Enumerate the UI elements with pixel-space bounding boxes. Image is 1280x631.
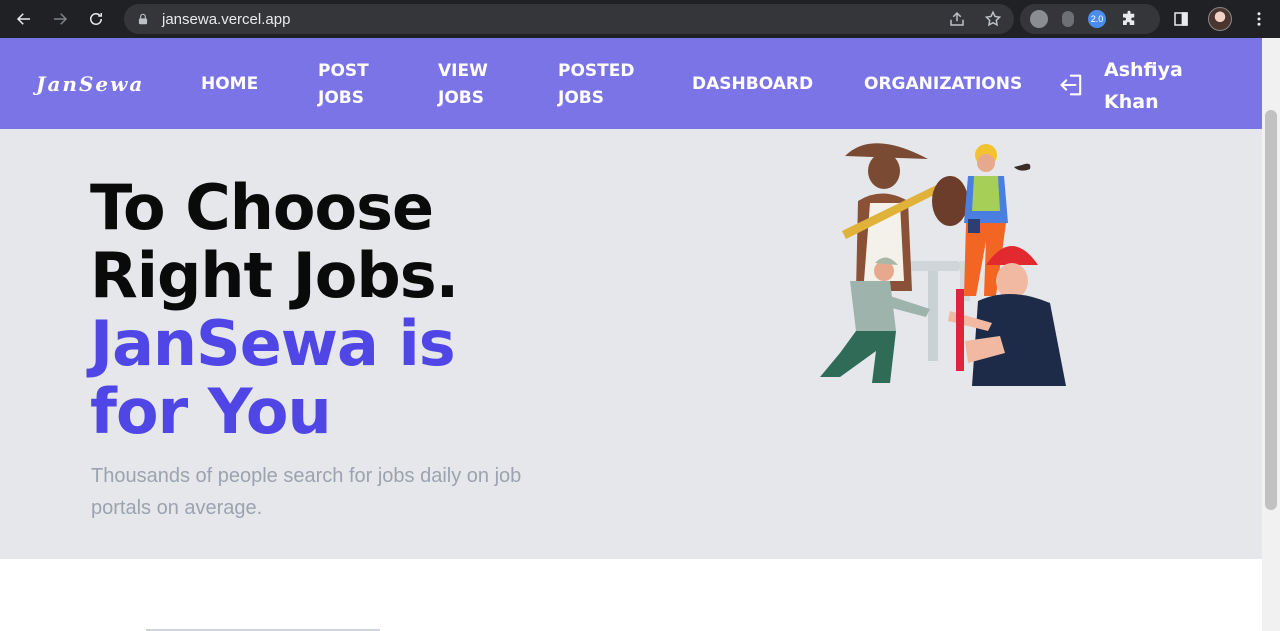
hero-subtitle-line2: portals on average. — [91, 497, 263, 519]
site-navbar: JanSewa HOME POST JOBS VIEW JOBS POSTED … — [0, 38, 1262, 129]
forward-icon[interactable] — [42, 1, 78, 37]
browser-toolbar: jansewa.vercel.app 2.0 — [0, 0, 1280, 38]
hero-heading-line2: Right Jobs. — [90, 239, 459, 312]
hero-heading-line3: JanSewa is — [90, 307, 456, 380]
nav-posted-jobs-label-2: JOBS — [558, 88, 604, 108]
logout-icon[interactable] — [1058, 71, 1086, 99]
workers-illustration — [820, 143, 1066, 386]
hero-section: To Choose Right Jobs. JanSewa is for You… — [0, 129, 1262, 559]
version-extension-icon[interactable]: 2.0 — [1088, 10, 1106, 28]
nav-organizations-label: ORGANIZATIONS — [864, 74, 1023, 94]
nav-home-label: HOME — [201, 74, 259, 94]
nav-dashboard[interactable]: DASHBOARD — [692, 71, 813, 98]
page-viewport: JanSewa HOME POST JOBS VIEW JOBS POSTED … — [0, 38, 1262, 631]
lock-icon — [138, 13, 148, 25]
globe-extension-icon[interactable] — [1030, 10, 1048, 28]
hero-heading-line4: for You — [90, 375, 332, 448]
bookmark-star-icon[interactable] — [984, 10, 1002, 28]
nav-post-jobs[interactable]: POST JOBS — [318, 58, 369, 112]
hero-subtitle: Thousands of people search for jobs dail… — [91, 460, 551, 524]
reload-icon[interactable] — [78, 1, 114, 37]
mouse-extension-icon[interactable] — [1062, 11, 1074, 27]
nav-posted-jobs[interactable]: POSTED JOBS — [558, 58, 634, 112]
side-panel-icon[interactable] — [1172, 10, 1190, 28]
site-logo[interactable]: JanSewa — [36, 72, 144, 96]
nav-dashboard-label: DASHBOARD — [692, 74, 814, 94]
nav-organizations[interactable]: ORGANIZATIONS — [864, 71, 1022, 98]
nav-view-jobs-label-1: VIEW — [438, 61, 488, 81]
scrollbar-thumb[interactable] — [1265, 110, 1277, 510]
puzzle-extensions-icon[interactable] — [1120, 10, 1138, 28]
user-name[interactable]: Ashfiya Khan — [1104, 54, 1214, 118]
url-text: jansewa.vercel.app — [162, 10, 291, 28]
nav-view-jobs-label-2: JOBS — [438, 88, 484, 108]
share-icon[interactable] — [948, 10, 966, 28]
nav-post-jobs-label-1: POST — [318, 61, 369, 81]
address-bar[interactable]: jansewa.vercel.app — [124, 4, 1014, 34]
back-icon[interactable] — [6, 1, 42, 37]
user-first-name: Ashfiya — [1104, 59, 1183, 81]
nav-posted-jobs-label-1: POSTED — [558, 61, 635, 81]
nav-view-jobs[interactable]: VIEW JOBS — [438, 58, 488, 112]
page-scrollbar[interactable] — [1262, 38, 1280, 631]
user-last-name: Khan — [1104, 91, 1159, 113]
hero-heading-line1: To Choose — [90, 171, 434, 244]
hero-subtitle-line1: Thousands of people search for jobs dail… — [91, 465, 522, 487]
menu-kebab-icon[interactable] — [1250, 10, 1268, 28]
nav-home[interactable]: HOME — [201, 71, 258, 98]
profile-avatar[interactable] — [1208, 7, 1232, 31]
nav-post-jobs-label-2: JOBS — [318, 88, 364, 108]
extensions-area: 2.0 — [1020, 4, 1160, 34]
